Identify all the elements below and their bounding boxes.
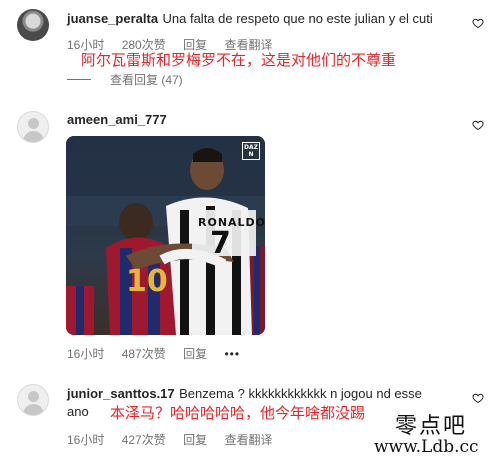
reply-button[interactable]: 回复 <box>183 433 207 447</box>
overlay-annotation: 本泽马？哈哈哈哈哈，他今年啥都没踢 <box>110 404 366 422</box>
comment-time: 16小时 <box>67 347 105 361</box>
comment-body: junior_santtos.17 Benzema ? kkkkkkkkkkkk… <box>67 385 422 403</box>
comment-meta: 16小时 427次赞 回复 查看翻译 <box>67 431 286 448</box>
comment-likes[interactable]: 487次赞 <box>122 347 166 361</box>
default-avatar-icon[interactable] <box>17 384 49 416</box>
more-icon[interactable]: ••• <box>224 347 240 361</box>
watermark-url: www.Ldb.cc <box>374 437 479 457</box>
comment-username[interactable]: ameen_ami_777 <box>67 112 167 127</box>
comment-username[interactable]: juanse_peralta <box>67 11 158 26</box>
jersey-number-barca: 10 <box>126 264 168 299</box>
jersey-name: RONALDO <box>198 216 265 229</box>
comment-image[interactable]: RONALDO 7 10 DAZN <box>66 136 265 335</box>
comment-meta: 16小时 487次赞 回复 ••• <box>67 345 254 362</box>
avatar[interactable] <box>17 9 49 41</box>
comment-body: juanse_peralta Una falta de respeto que … <box>67 10 433 28</box>
comment-time: 16小时 <box>67 433 105 447</box>
heart-icon[interactable] <box>472 119 484 131</box>
dazn-logo: DAZN <box>242 142 260 160</box>
comment-text-continued: ano <box>67 404 89 419</box>
watermark-title: 零点吧 <box>395 414 468 439</box>
view-replies-button[interactable]: 查看回复 (47) <box>110 71 183 88</box>
overlay-annotation: 阿尔瓦雷斯和罗梅罗不在，这是对他们的不尊重 <box>81 51 397 69</box>
translate-button[interactable]: 查看翻译 <box>224 433 272 447</box>
jersey-number: 7 <box>210 226 231 261</box>
heart-icon[interactable] <box>472 17 484 29</box>
comment-text: Benzema ? kkkkkkkkkkkk n jogou nd esse <box>179 386 422 401</box>
comment-likes[interactable]: 427次赞 <box>122 433 166 447</box>
replies-divider <box>67 79 91 80</box>
reply-button[interactable]: 回复 <box>183 347 207 361</box>
heart-icon[interactable] <box>472 392 484 404</box>
comment-username[interactable]: junior_santtos.17 <box>67 386 175 401</box>
default-avatar-icon[interactable] <box>17 111 49 143</box>
comment-text: Una falta de respeto que no este julian … <box>162 11 433 26</box>
